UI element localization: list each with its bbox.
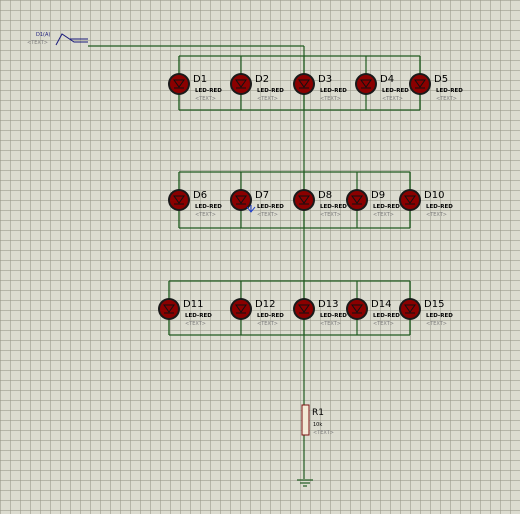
led-ref-label: D12 <box>255 299 275 310</box>
led-body <box>232 191 250 209</box>
led-value-label: LED-RED <box>320 88 347 94</box>
led-text-placeholder: <TEXT> <box>257 212 278 218</box>
schematic-canvas[interactable]: D1(A) <TEXT> D1 LED-RED <TEXT> D2 LED-RED <TE… <box>0 0 520 514</box>
led-value-label: LED-RED <box>426 313 453 319</box>
led-value-label: LED-RED <box>436 88 463 94</box>
led-ref-label: D5 <box>434 74 448 85</box>
led-d3[interactable]: D3 LED-RED <TEXT> <box>293 73 347 102</box>
resistor-value: 10k <box>313 422 322 428</box>
led-value-label: LED-RED <box>320 313 347 319</box>
led-body <box>170 75 188 93</box>
led-text-placeholder: <TEXT> <box>257 321 278 327</box>
led-body <box>232 75 250 93</box>
led-body <box>411 75 429 93</box>
led-body <box>295 300 313 318</box>
led-ref-label: D13 <box>318 299 338 310</box>
led-body <box>401 191 419 209</box>
led-d15[interactable]: D15 LED-RED <TEXT> <box>399 298 453 327</box>
led-value-label: LED-RED <box>373 204 400 210</box>
led-text-placeholder: <TEXT> <box>426 212 447 218</box>
led-ref-label: D14 <box>371 299 391 310</box>
led-body <box>295 191 313 209</box>
led-d1[interactable]: D1 LED-RED <TEXT> <box>168 73 222 102</box>
led-d14[interactable]: D14 LED-RED <TEXT> <box>346 298 400 327</box>
led-d8[interactable]: D8 LED-RED <TEXT> <box>293 189 347 218</box>
led-d7[interactable]: D7 LED-RED <TEXT> <box>230 189 284 218</box>
led-body <box>348 300 366 318</box>
led-text-placeholder: <TEXT> <box>373 321 394 327</box>
led-value-label: LED-RED <box>195 204 222 210</box>
led-ref-label: D3 <box>318 74 332 85</box>
led-text-placeholder: <TEXT> <box>320 212 341 218</box>
led-ref-label: D9 <box>371 190 385 201</box>
led-d6[interactable]: D6 LED-RED <TEXT> <box>168 189 222 218</box>
led-d11[interactable]: D11 LED-RED <TEXT> <box>158 298 212 327</box>
led-text-placeholder: <TEXT> <box>373 212 394 218</box>
led-d4[interactable]: D4 LED-RED <TEXT> <box>355 73 409 102</box>
led-value-label: LED-RED <box>257 88 284 94</box>
led-d5[interactable]: D5 LED-RED <TEXT> <box>409 73 463 102</box>
resistor-ref: R1 <box>312 408 324 418</box>
led-value-label: LED-RED <box>185 313 212 319</box>
led-value-label: LED-RED <box>426 204 453 210</box>
led-d9[interactable]: D9 LED-RED <TEXT> <box>346 189 400 218</box>
resistor-body <box>301 404 310 436</box>
led-body <box>357 75 375 93</box>
input-terminal[interactable]: D1(A) <TEXT> <box>27 32 88 46</box>
schematic-drawing: D1(A) <TEXT> D1 LED-RED <TEXT> D2 LED-RED <TE… <box>27 32 463 487</box>
led-text-placeholder: <TEXT> <box>382 96 403 102</box>
led-text-placeholder: <TEXT> <box>185 321 206 327</box>
led-value-label: LED-RED <box>257 204 284 210</box>
input-terminal-icon <box>55 33 88 46</box>
led-text-placeholder: <TEXT> <box>426 321 447 327</box>
led-ref-label: D2 <box>255 74 269 85</box>
led-ref-label: D4 <box>380 74 394 85</box>
led-ref-label: D8 <box>318 190 332 201</box>
led-ref-label: D10 <box>424 190 444 201</box>
led-ref-label: D7 <box>255 190 269 201</box>
input-terminal-text: <TEXT> <box>27 40 48 46</box>
led-ref-label: D1 <box>193 74 207 85</box>
led-ref-label: D15 <box>424 299 444 310</box>
led-body <box>401 300 419 318</box>
led-value-label: LED-RED <box>382 88 409 94</box>
led-value-label: LED-RED <box>320 204 347 210</box>
led-body <box>232 300 250 318</box>
led-d2[interactable]: D2 LED-RED <TEXT> <box>230 73 284 102</box>
led-value-label: LED-RED <box>373 313 400 319</box>
led-d13[interactable]: D13 LED-RED <TEXT> <box>293 298 347 327</box>
led-ref-label: D11 <box>183 299 203 310</box>
led-array[interactable]: D1 LED-RED <TEXT> D2 LED-RED <TEXT> D3 LED-RED <… <box>158 73 463 327</box>
resistor-r1[interactable]: R1 10k <TEXT> <box>301 404 334 436</box>
led-text-placeholder: <TEXT> <box>436 96 457 102</box>
led-text-placeholder: <TEXT> <box>320 96 341 102</box>
input-terminal-label: D1(A) <box>36 32 50 38</box>
led-ref-label: D6 <box>193 190 207 201</box>
wires <box>88 45 421 479</box>
led-text-placeholder: <TEXT> <box>257 96 278 102</box>
led-text-placeholder: <TEXT> <box>320 321 341 327</box>
led-d12[interactable]: D12 LED-RED <TEXT> <box>230 298 284 327</box>
led-text-placeholder: <TEXT> <box>195 96 216 102</box>
led-value-label: LED-RED <box>195 88 222 94</box>
led-text-placeholder: <TEXT> <box>195 212 216 218</box>
resistor-text: <TEXT> <box>313 430 334 436</box>
led-body <box>160 300 178 318</box>
ground-icon[interactable] <box>297 479 313 487</box>
led-body <box>348 191 366 209</box>
led-body <box>170 191 188 209</box>
led-value-label: LED-RED <box>257 313 284 319</box>
led-d10[interactable]: D10 LED-RED <TEXT> <box>399 189 453 218</box>
led-body <box>295 75 313 93</box>
